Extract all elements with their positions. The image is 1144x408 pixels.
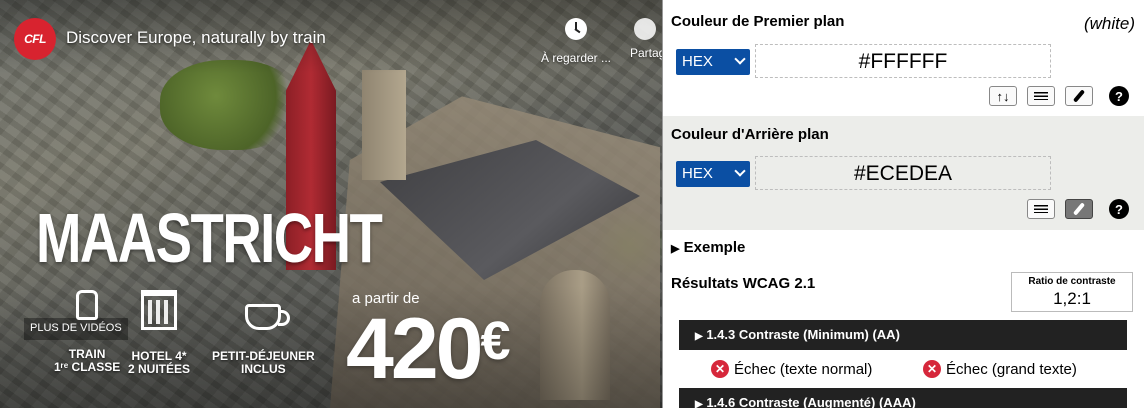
clock-icon xyxy=(565,18,587,40)
background-hex-input[interactable]: #ECEDEA xyxy=(755,156,1051,190)
foreground-hex-input[interactable]: #FFFFFF xyxy=(755,44,1051,78)
foreground-eyedropper-button[interactable] xyxy=(1065,86,1093,106)
price-currency: € xyxy=(480,311,511,371)
background-eyedropper-button[interactable] xyxy=(1065,199,1093,219)
criterion-1-4-6-label: 1.4.6 Contraste (Augmenté) (AAA) xyxy=(706,395,916,408)
chevron-down-icon xyxy=(734,53,746,65)
background-help-icon[interactable]: ? xyxy=(1109,199,1129,219)
swap-colors-button[interactable]: ↑↓ xyxy=(989,86,1017,106)
foreground-format-select[interactable]: HEX xyxy=(676,49,750,75)
video-title[interactable]: Discover Europe, naturally by train xyxy=(66,28,326,48)
contrast-checker-panel: Couleur de Premier plan (white) HEX #FFF… xyxy=(662,0,1144,408)
caret-right-icon: ▶ xyxy=(695,331,703,342)
contrast-ratio-value: 1,2:1 xyxy=(1053,289,1091,308)
criterion-1-4-6-toggle[interactable]: ▶ 1.4.6 Contraste (Augmenté) (AAA) xyxy=(679,388,1127,408)
foreground-color-name: (white) xyxy=(1083,14,1135,33)
background-title: Couleur d'Arrière plan xyxy=(671,126,829,143)
sliders-icon xyxy=(1034,204,1048,214)
background-sliders-button[interactable] xyxy=(1027,199,1055,219)
background-format-value: HEX xyxy=(682,165,713,182)
feature-breakfast-line2: INCLUS xyxy=(241,362,286,376)
caret-right-icon: ▶ xyxy=(695,399,703,408)
eyedropper-icon xyxy=(1072,89,1086,103)
train-icon xyxy=(76,290,99,320)
share-button[interactable]: Partager xyxy=(630,18,662,60)
foreground-title: Couleur de Premier plan xyxy=(671,13,845,30)
feature-hotel-line2: 2 NUITÉES xyxy=(128,362,191,376)
results-section: Résultats WCAG 2.1 Ratio de contraste 1,… xyxy=(663,264,1144,408)
contrast-ratio-box: Ratio de contraste 1,2:1 xyxy=(1011,272,1133,312)
fail-icon: ✕ xyxy=(923,360,941,378)
fail-icon: ✕ xyxy=(711,360,729,378)
criterion-1-4-3-toggle[interactable]: ▶ 1.4.3 Contraste (Minimum) (AA) xyxy=(679,320,1127,350)
cup-icon xyxy=(245,304,291,330)
foreground-format-value: HEX xyxy=(682,53,713,70)
chevron-down-icon xyxy=(734,165,746,177)
watch-later-button[interactable]: À regarder ... xyxy=(534,18,618,65)
example-toggle[interactable]: ▶ Exemple xyxy=(671,239,745,256)
share-label: Partager xyxy=(630,46,662,60)
feature-train: TRAIN 1ʳᵉ CLASSE xyxy=(54,290,120,374)
foreground-help-icon[interactable]: ? xyxy=(1109,86,1129,106)
swap-arrows-icon: ↑↓ xyxy=(996,88,1010,104)
channel-logo[interactable]: CFL xyxy=(14,18,56,60)
hotel-icon xyxy=(141,290,177,330)
contrast-ratio-label: Ratio de contraste xyxy=(1028,276,1116,287)
city-headline: MAASTRICHT xyxy=(36,199,383,277)
price-amount: 420€ xyxy=(346,300,511,399)
fail-large-text: ✕ Échec (grand texte) xyxy=(923,360,1077,378)
results-title: Résultats WCAG 2.1 xyxy=(671,275,816,292)
watch-later-label: À regarder ... xyxy=(540,51,612,65)
foreground-section: Couleur de Premier plan (white) HEX #FFF… xyxy=(663,0,1144,116)
sliders-icon xyxy=(1034,91,1048,101)
foreground-sliders-button[interactable] xyxy=(1027,86,1055,106)
background-section: Couleur d'Arrière plan HEX #ECEDEA ? xyxy=(663,116,1144,230)
example-section: ▶ Exemple xyxy=(663,230,1144,264)
criterion-1-4-3-label: 1.4.3 Contraste (Minimum) (AA) xyxy=(706,327,900,342)
price-value: 420 xyxy=(346,301,483,397)
fail-normal-label: Échec (texte normal) xyxy=(734,360,873,378)
example-label: Exemple xyxy=(683,239,746,256)
video-player[interactable]: CFL Discover Europe, naturally by train … xyxy=(0,0,662,408)
caret-right-icon: ▶ xyxy=(671,243,680,255)
feature-hotel: HOTEL 4* 2 NUITÉES xyxy=(128,290,190,376)
feature-breakfast: PETIT-DÉJEUNER INCLUS xyxy=(212,290,315,376)
eyedropper-icon xyxy=(1072,202,1086,216)
fail-large-label: Échec (grand texte) xyxy=(946,360,1077,378)
feature-train-line2: 1ʳᵉ CLASSE xyxy=(54,360,121,374)
channel-logo-text: CFL xyxy=(24,32,46,46)
fail-normal-text: ✕ Échec (texte normal) xyxy=(711,360,872,378)
background-format-select[interactable]: HEX xyxy=(676,161,750,187)
share-icon xyxy=(634,18,656,40)
